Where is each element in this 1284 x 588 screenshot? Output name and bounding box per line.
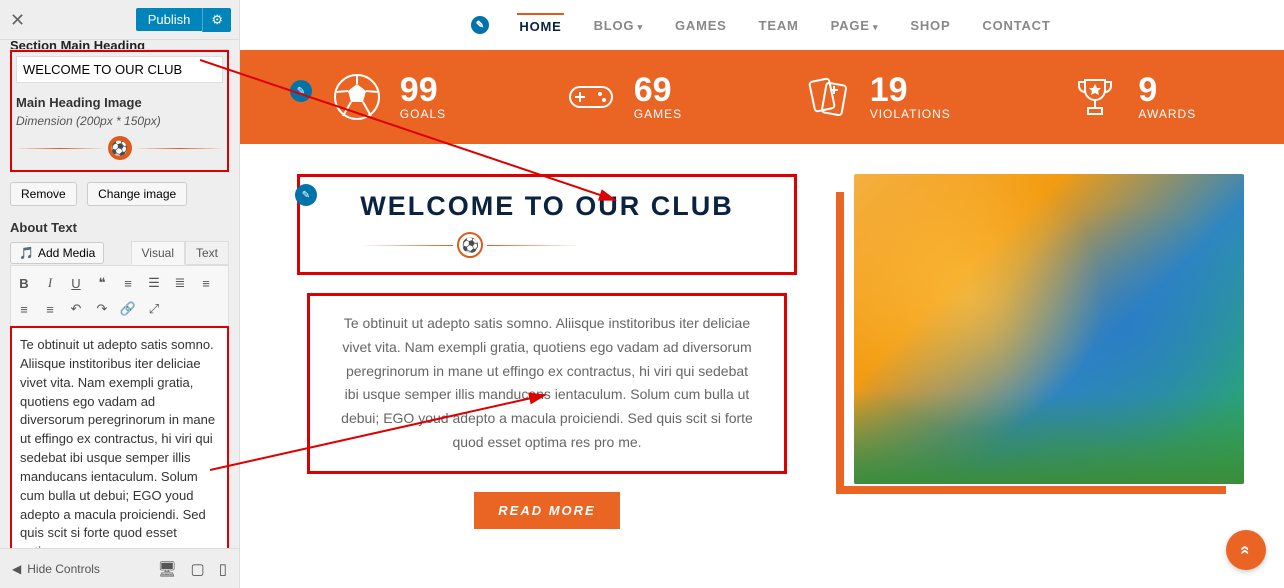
hero-title: WELCOME TO OUR CLUB	[360, 191, 733, 222]
stat-label: GOALS	[400, 107, 446, 121]
gamepad-icon	[562, 68, 620, 126]
title-underline: ⚽	[360, 232, 580, 258]
desktop-preview-icon[interactable]: 🖥	[158, 560, 177, 578]
undo-icon[interactable]: ↶	[65, 298, 87, 320]
redo-icon[interactable]: ↷	[91, 298, 113, 320]
sidebar-footer: ◀ Hide Controls 🖥 ▢ ▯	[0, 548, 239, 588]
stat-value: 99	[400, 73, 446, 107]
nav-shop[interactable]: Shop	[908, 14, 952, 37]
stat-games: 69 GAMES	[562, 68, 682, 126]
soccer-ball-icon: ⚽	[108, 136, 132, 160]
hide-controls-button[interactable]: ◀ Hide Controls	[12, 562, 100, 576]
sidebar-topbar: ✕ Publish ⚙	[0, 0, 239, 40]
gear-icon: ⚙	[211, 12, 223, 27]
heading-image-thumbnail[interactable]: ⚽	[16, 136, 223, 160]
publish-settings-button[interactable]: ⚙	[202, 8, 231, 32]
stat-label: GAMES	[634, 107, 682, 121]
chevron-up-icon: «	[1236, 545, 1256, 554]
about-photo	[854, 174, 1244, 484]
annotation-title-preview: WELCOME TO OUR CLUB ⚽	[297, 174, 796, 275]
align-center-icon[interactable]: ≡	[13, 298, 35, 320]
italic-icon[interactable]: I	[39, 272, 61, 294]
about-paragraph: Te obtinuit ut adepto satis somno. Aliis…	[341, 315, 753, 450]
align-right-icon[interactable]: ≡	[39, 298, 61, 320]
main-heading-image-label: Main Heading Image	[16, 95, 223, 110]
about-text-editor[interactable]: Te obtinuit ut adepto satis somno. Aliis…	[10, 326, 229, 548]
edit-shortcut-stats[interactable]: ✎	[290, 80, 312, 102]
section-heading: Section Main Heading	[10, 40, 229, 50]
publish-button[interactable]: Publish	[136, 8, 203, 31]
stat-goals: 99 GOALS	[328, 68, 446, 126]
edit-shortcut-about[interactable]: ✎	[295, 184, 317, 206]
annotation-heading-group: Main Heading Image Dimension (200px * 15…	[10, 50, 229, 172]
mobile-preview-icon[interactable]: ▯	[219, 560, 227, 578]
stat-label: VIOLATIONS	[870, 107, 951, 121]
sidebar-body: Section Main Heading Main Heading Image …	[0, 40, 239, 548]
soccer-ball-icon: ⚽	[462, 237, 479, 254]
stat-awards: 9 AWARDS	[1066, 68, 1196, 126]
stat-violations: 19 VIOLATIONS	[798, 68, 951, 126]
read-more-wrap: READ MORE	[474, 492, 619, 529]
editor-toolbar: B I U ❝ ≡ ☰ ≣ ≡ ≡ ≡ ↶ ↷ 🔗 ⤢	[10, 265, 229, 326]
remove-image-button[interactable]: Remove	[10, 182, 77, 206]
add-media-button[interactable]: 🎵 Add Media	[10, 242, 104, 264]
stat-value: 9	[1138, 73, 1196, 107]
editor-mode-tabs: Visual Text	[131, 241, 229, 265]
preview-pane: ✎ Home Blog Games Team Page Shop Contact…	[240, 0, 1284, 588]
nav-games[interactable]: Games	[673, 14, 729, 37]
about-left-column: WELCOME TO OUR CLUB ⚽ Te obtinuit ut ade…	[280, 174, 814, 529]
media-icon: 🎵	[19, 246, 34, 260]
stat-label: AWARDS	[1138, 107, 1196, 121]
nav-contact[interactable]: Contact	[980, 14, 1052, 37]
team-photo-image	[854, 174, 1244, 484]
read-more-button[interactable]: READ MORE	[474, 492, 619, 529]
number-list-icon[interactable]: ≣	[169, 272, 191, 294]
heading-icon[interactable]: ≡	[117, 272, 139, 294]
add-media-label: Add Media	[38, 246, 95, 260]
quote-icon[interactable]: ❝	[91, 272, 113, 294]
bold-icon[interactable]: B	[13, 272, 35, 294]
close-icon[interactable]: ✕	[10, 10, 25, 31]
fullscreen-icon[interactable]: ⤢	[143, 298, 165, 320]
trophy-icon	[1066, 68, 1124, 126]
nav-team[interactable]: Team	[757, 14, 801, 37]
link-icon[interactable]: 🔗	[117, 298, 139, 320]
referee-cards-icon	[798, 68, 856, 126]
scroll-to-top-button[interactable]: «	[1226, 530, 1266, 570]
stat-value: 19	[870, 73, 951, 107]
edit-shortcut-nav[interactable]: ✎	[471, 16, 489, 34]
stats-band: ✎ 99 GOALS 69 GAMES	[240, 50, 1284, 144]
tablet-preview-icon[interactable]: ▢	[191, 560, 205, 578]
underline-icon[interactable]: U	[65, 272, 87, 294]
tab-text[interactable]: Text	[185, 241, 229, 265]
tab-visual[interactable]: Visual	[131, 241, 185, 265]
change-image-button[interactable]: Change image	[87, 182, 187, 206]
nav-home[interactable]: Home	[517, 13, 563, 38]
section-main-heading-input[interactable]	[16, 56, 223, 83]
site-nav: ✎ Home Blog Games Team Page Shop Contact	[240, 0, 1284, 50]
nav-blog[interactable]: Blog	[592, 14, 645, 37]
main-heading-image-note: Dimension (200px * 150px)	[16, 114, 223, 128]
customizer-sidebar: ✕ Publish ⚙ Section Main Heading Main He…	[0, 0, 240, 588]
nav-page[interactable]: Page	[829, 14, 881, 37]
bullet-list-icon[interactable]: ☰	[143, 272, 165, 294]
soccer-ball-icon	[328, 68, 386, 126]
hide-controls-label: Hide Controls	[27, 562, 100, 576]
about-text-label: About Text	[10, 220, 229, 235]
collapse-icon: ◀	[12, 562, 21, 576]
annotation-about-preview: Te obtinuit ut adepto satis somno. Aliis…	[307, 293, 787, 474]
stat-value: 69	[634, 73, 682, 107]
about-section: ✎ WELCOME TO OUR CLUB ⚽ Te obtinuit ut a…	[240, 144, 1284, 559]
align-left-icon[interactable]: ≡	[195, 272, 217, 294]
